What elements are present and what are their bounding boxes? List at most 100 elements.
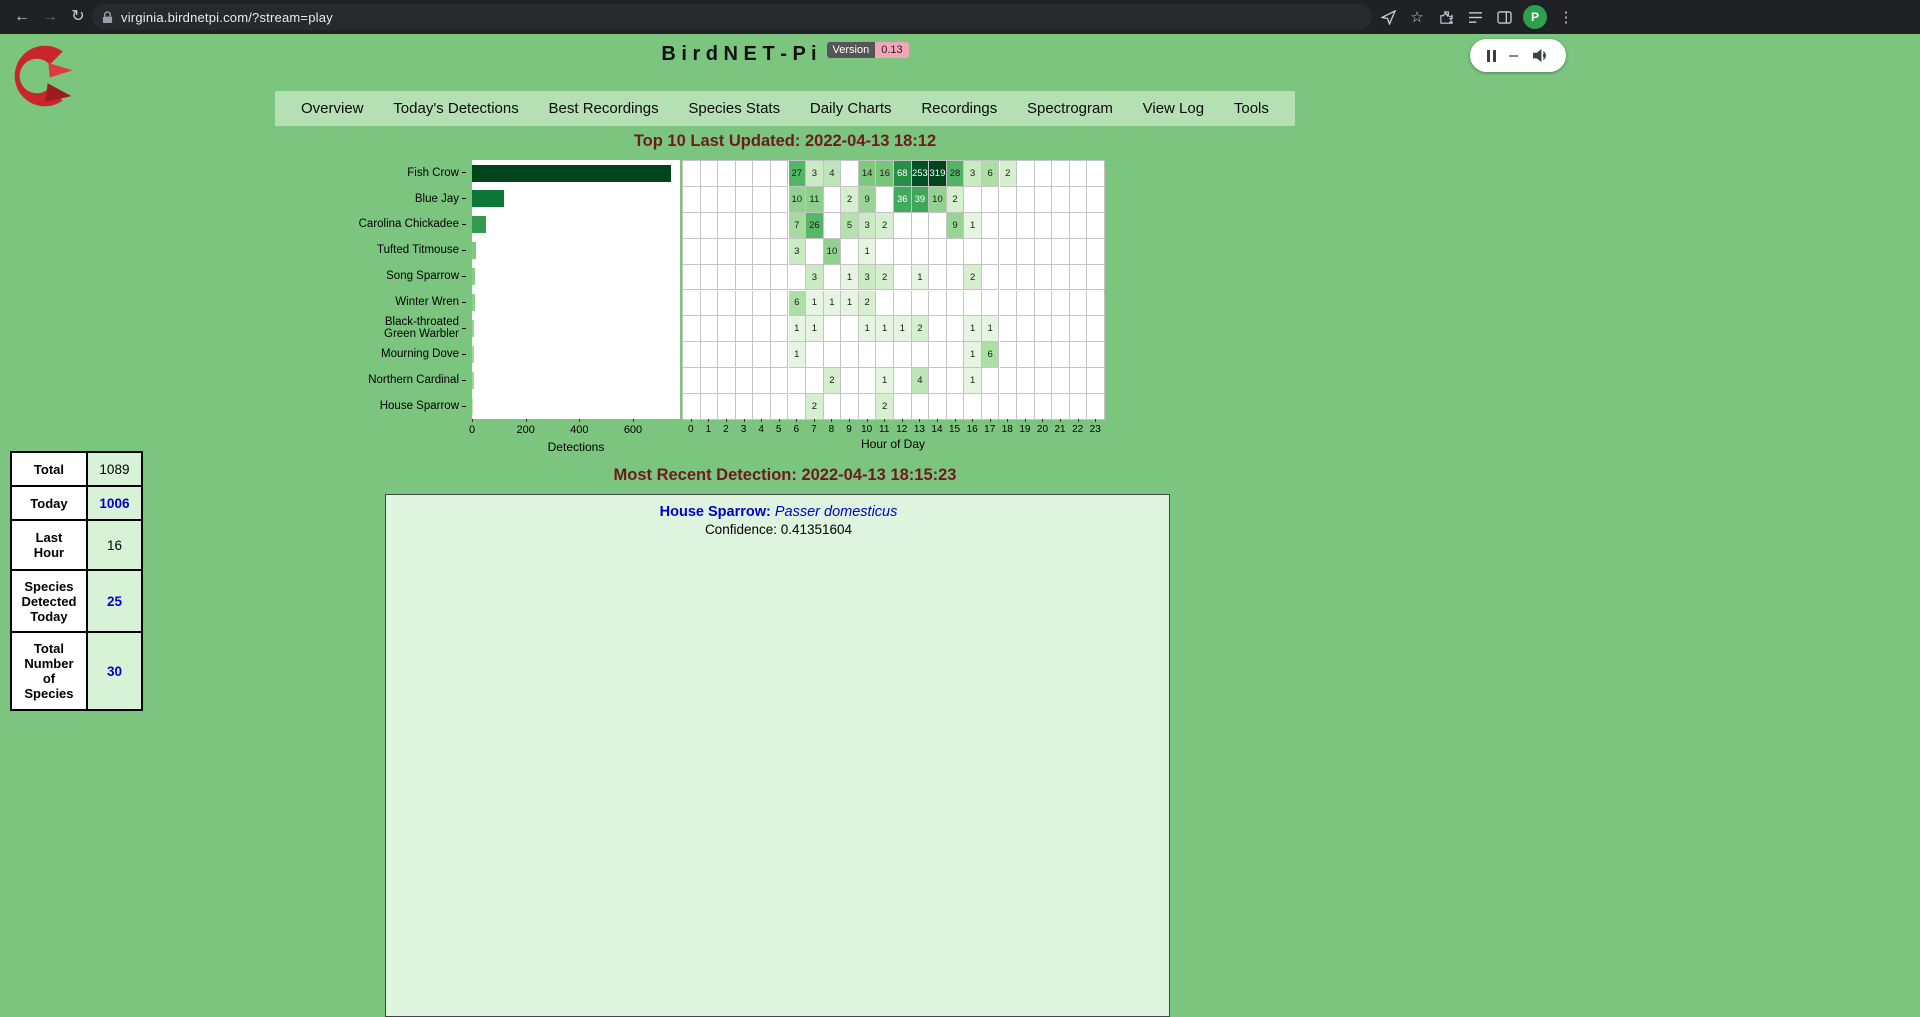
heatmap-cell: 10 <box>789 187 807 213</box>
heatmap-cell <box>964 394 982 420</box>
heatmap-cell <box>929 316 947 342</box>
detection-stats-table: Total1089Today1006Last Hour16Species Det… <box>10 451 143 711</box>
nav-item-best-recordings[interactable]: Best Recordings <box>549 100 659 117</box>
heatmap-cell: 1 <box>982 316 1000 342</box>
heatmap-cell <box>736 239 754 265</box>
nav-item-view-log[interactable]: View Log <box>1143 100 1204 117</box>
tickmark <box>1078 419 1079 422</box>
species-name: Song Sparrow <box>386 270 459 283</box>
heatmap-cell: 2 <box>1000 161 1018 187</box>
detections-axis-tick: 200 <box>508 424 544 436</box>
birdnet-pi-overview-page: ← → ↻ virginia.birdnetpi.com/?stream=pla… <box>0 0 1920 1017</box>
reload-icon[interactable]: ↻ <box>64 0 92 34</box>
heatmap-cell <box>824 394 842 420</box>
hour-axis-tick: 12 <box>893 424 911 435</box>
detections-axis-tick: 0 <box>454 424 490 436</box>
back-icon[interactable]: ← <box>8 0 36 34</box>
heatmap-cell <box>736 187 754 213</box>
heatmap-cell <box>876 342 894 368</box>
stats-value-link[interactable]: 1006 <box>88 487 141 519</box>
tickmark <box>1025 419 1026 422</box>
heatmap-cell <box>1087 187 1105 213</box>
detections-bar <box>472 190 504 207</box>
species-label: Carolina Chickadee <box>352 212 466 238</box>
heatmap-cell <box>1070 394 1088 420</box>
heatmap-cell: 68 <box>894 161 912 187</box>
recent-heading-label: Most Recent Detection: <box>614 466 797 484</box>
heatmap-cell <box>753 342 771 368</box>
nav-item-spectrogram[interactable]: Spectrogram <box>1027 100 1113 117</box>
heatmap-cell <box>912 291 930 317</box>
bookmark-star-icon[interactable]: ☆ <box>1407 7 1427 27</box>
pause-icon[interactable] <box>1487 50 1496 62</box>
profile-avatar[interactable]: P <box>1523 5 1547 29</box>
heatmap-cell <box>894 265 912 291</box>
species-name: Carolina Chickadee <box>359 218 459 231</box>
detection-species-link[interactable]: House Sparrow: <box>660 504 771 520</box>
site-header: B i r d N E T - P iVersion0.13 <box>0 42 1570 66</box>
stream-audio-player <box>1470 39 1566 72</box>
heatmap-cell <box>789 265 807 291</box>
tickmark <box>472 419 473 422</box>
heatmap-cell: 3 <box>964 161 982 187</box>
heatmap-cell <box>841 342 859 368</box>
heatmap-cell <box>771 368 789 394</box>
address-bar[interactable]: virginia.birdnetpi.com/?stream=play <box>92 4 1372 30</box>
heatmap-cell <box>1087 213 1105 239</box>
heatmap-cell <box>1035 213 1053 239</box>
heatmap-cell <box>683 265 701 291</box>
top10-heading-time: 2022-04-13 18:12 <box>805 132 936 150</box>
heatmap-cell <box>1087 394 1105 420</box>
heatmap-cell: 2 <box>876 213 894 239</box>
seek-dash-icon[interactable] <box>1509 55 1518 57</box>
side-panel-icon[interactable] <box>1494 7 1514 27</box>
heatmap-cell <box>701 213 719 239</box>
heatmap-cell <box>894 368 912 394</box>
heatmap-cell <box>1017 213 1035 239</box>
heatmap-cell <box>964 239 982 265</box>
stats-value-link[interactable]: 25 <box>88 571 141 631</box>
heatmap-cell <box>1052 265 1070 291</box>
heatmap-cell <box>982 187 1000 213</box>
heatmap-cell <box>701 316 719 342</box>
heatmap-cell <box>1070 161 1088 187</box>
heatmap-cell <box>929 394 947 420</box>
detection-species-latin: Passer domesticus <box>775 504 898 520</box>
heatmap-cell <box>947 239 965 265</box>
heatmap-cell: 1 <box>806 316 824 342</box>
reading-list-icon[interactable] <box>1465 7 1485 27</box>
heatmap-cell <box>789 368 807 394</box>
nav-item-tools[interactable]: Tools <box>1234 100 1269 117</box>
forward-icon[interactable]: → <box>36 0 64 34</box>
heatmap-cell <box>1070 213 1088 239</box>
send-to-device-icon[interactable] <box>1378 7 1398 27</box>
nav-item-overview[interactable]: Overview <box>301 100 364 117</box>
hour-axis-tick: 5 <box>770 424 788 435</box>
browser-menu-icon[interactable]: ⋮ <box>1556 7 1576 27</box>
nav-item-today-s-detections[interactable]: Today's Detections <box>393 100 518 117</box>
heatmap-cell: 319 <box>929 161 947 187</box>
tickmark <box>1060 419 1061 422</box>
heatmap-cell: 16 <box>876 161 894 187</box>
nav-item-species-stats[interactable]: Species Stats <box>688 100 780 117</box>
heatmap-cell <box>1035 316 1053 342</box>
heatmap-cell <box>1000 316 1018 342</box>
volume-icon[interactable] <box>1532 48 1549 63</box>
heatmap-cell <box>894 213 912 239</box>
heatmap-cell: 1 <box>894 316 912 342</box>
heatmap-cell <box>718 239 736 265</box>
heatmap-cell <box>1000 342 1018 368</box>
detections-axis-label: Detections <box>526 440 626 454</box>
heatmap-cell <box>947 291 965 317</box>
heatmap-cell: 1 <box>859 316 877 342</box>
axis-tickmark <box>462 172 466 173</box>
recent-heading-time: 2022-04-13 18:15:23 <box>801 466 956 484</box>
heatmap-cell <box>1017 394 1035 420</box>
extensions-icon[interactable] <box>1436 7 1456 27</box>
nav-item-daily-charts[interactable]: Daily Charts <box>810 100 892 117</box>
stats-value-link[interactable]: 30 <box>88 633 141 709</box>
heatmap-cell: 36 <box>894 187 912 213</box>
nav-item-recordings[interactable]: Recordings <box>921 100 997 117</box>
heatmap-cell <box>718 368 736 394</box>
heatmap-cell <box>701 265 719 291</box>
